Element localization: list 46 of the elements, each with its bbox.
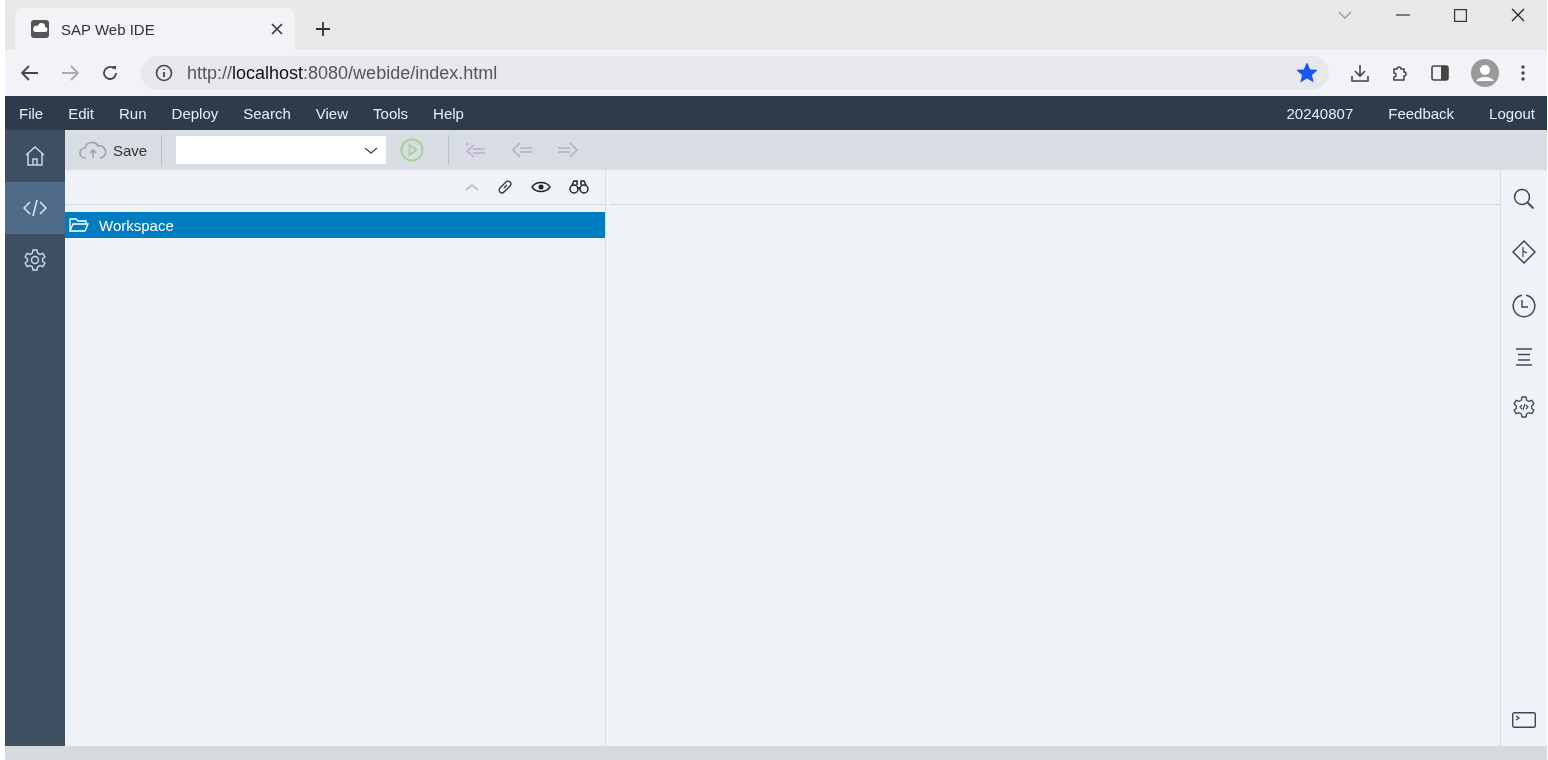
link-icon[interactable] — [497, 179, 513, 195]
close-icon[interactable] — [271, 23, 283, 35]
code-icon — [23, 199, 47, 217]
git-diamond-icon[interactable] — [1512, 240, 1536, 264]
menu-item[interactable]: Search — [243, 104, 291, 122]
menu-item[interactable]: View — [315, 104, 349, 122]
menu-item[interactable]: 20240807 — [1286, 104, 1354, 122]
clock-icon[interactable] — [1512, 294, 1536, 318]
back-icon[interactable] — [21, 65, 39, 81]
menu-item[interactable]: Deploy — [171, 104, 219, 122]
download-icon[interactable] — [1351, 64, 1369, 82]
settings-icon — [24, 249, 46, 271]
more-icon[interactable] — [1521, 65, 1525, 81]
cloud-code-icon — [31, 20, 49, 38]
menu-item[interactable]: Run — [119, 104, 147, 122]
gear-code-icon[interactable] — [1513, 396, 1535, 418]
menu-item[interactable]: Help — [433, 104, 464, 122]
side-panel-icon[interactable] — [1431, 65, 1449, 81]
menu-item[interactable]: Feedback — [1388, 104, 1455, 122]
menu-item[interactable]: Tools — [373, 104, 409, 122]
cloud-upload-icon — [79, 141, 107, 159]
save-button[interactable]: Save — [79, 141, 148, 159]
info-icon — [155, 64, 173, 82]
list-icon[interactable] — [1515, 348, 1533, 366]
menu-item[interactable]: File — [19, 104, 44, 122]
url-text: http://localhost:8080/webide/index.html — [187, 62, 498, 84]
menu-item[interactable]: Edit — [68, 104, 95, 122]
terminal-icon[interactable] — [1512, 712, 1536, 728]
chevron-down-icon — [364, 146, 379, 154]
new-tab-icon[interactable] — [315, 21, 331, 37]
avatar-icon[interactable] — [1471, 59, 1499, 87]
reload-icon[interactable] — [101, 64, 119, 82]
search-icon[interactable] — [1513, 188, 1535, 210]
address-field[interactable]: http://localhost:8080/webide/index.html — [141, 56, 1329, 90]
star-icon[interactable] — [1297, 63, 1317, 83]
folder-icon — [69, 218, 89, 232]
tree-item[interactable]: Workspace — [65, 212, 605, 238]
close-icon[interactable] — [1511, 8, 1525, 22]
binoculars-icon[interactable] — [569, 180, 589, 194]
eye-icon[interactable] — [531, 181, 551, 193]
browser-tab[interactable]: SAP Web IDE — [15, 8, 295, 50]
menu-item[interactable]: Logout — [1489, 104, 1535, 122]
tab-title: SAP Web IDE — [61, 20, 156, 38]
maximize-icon[interactable] — [1454, 8, 1467, 22]
home-icon — [24, 145, 46, 167]
puzzle-icon[interactable] — [1391, 64, 1409, 82]
